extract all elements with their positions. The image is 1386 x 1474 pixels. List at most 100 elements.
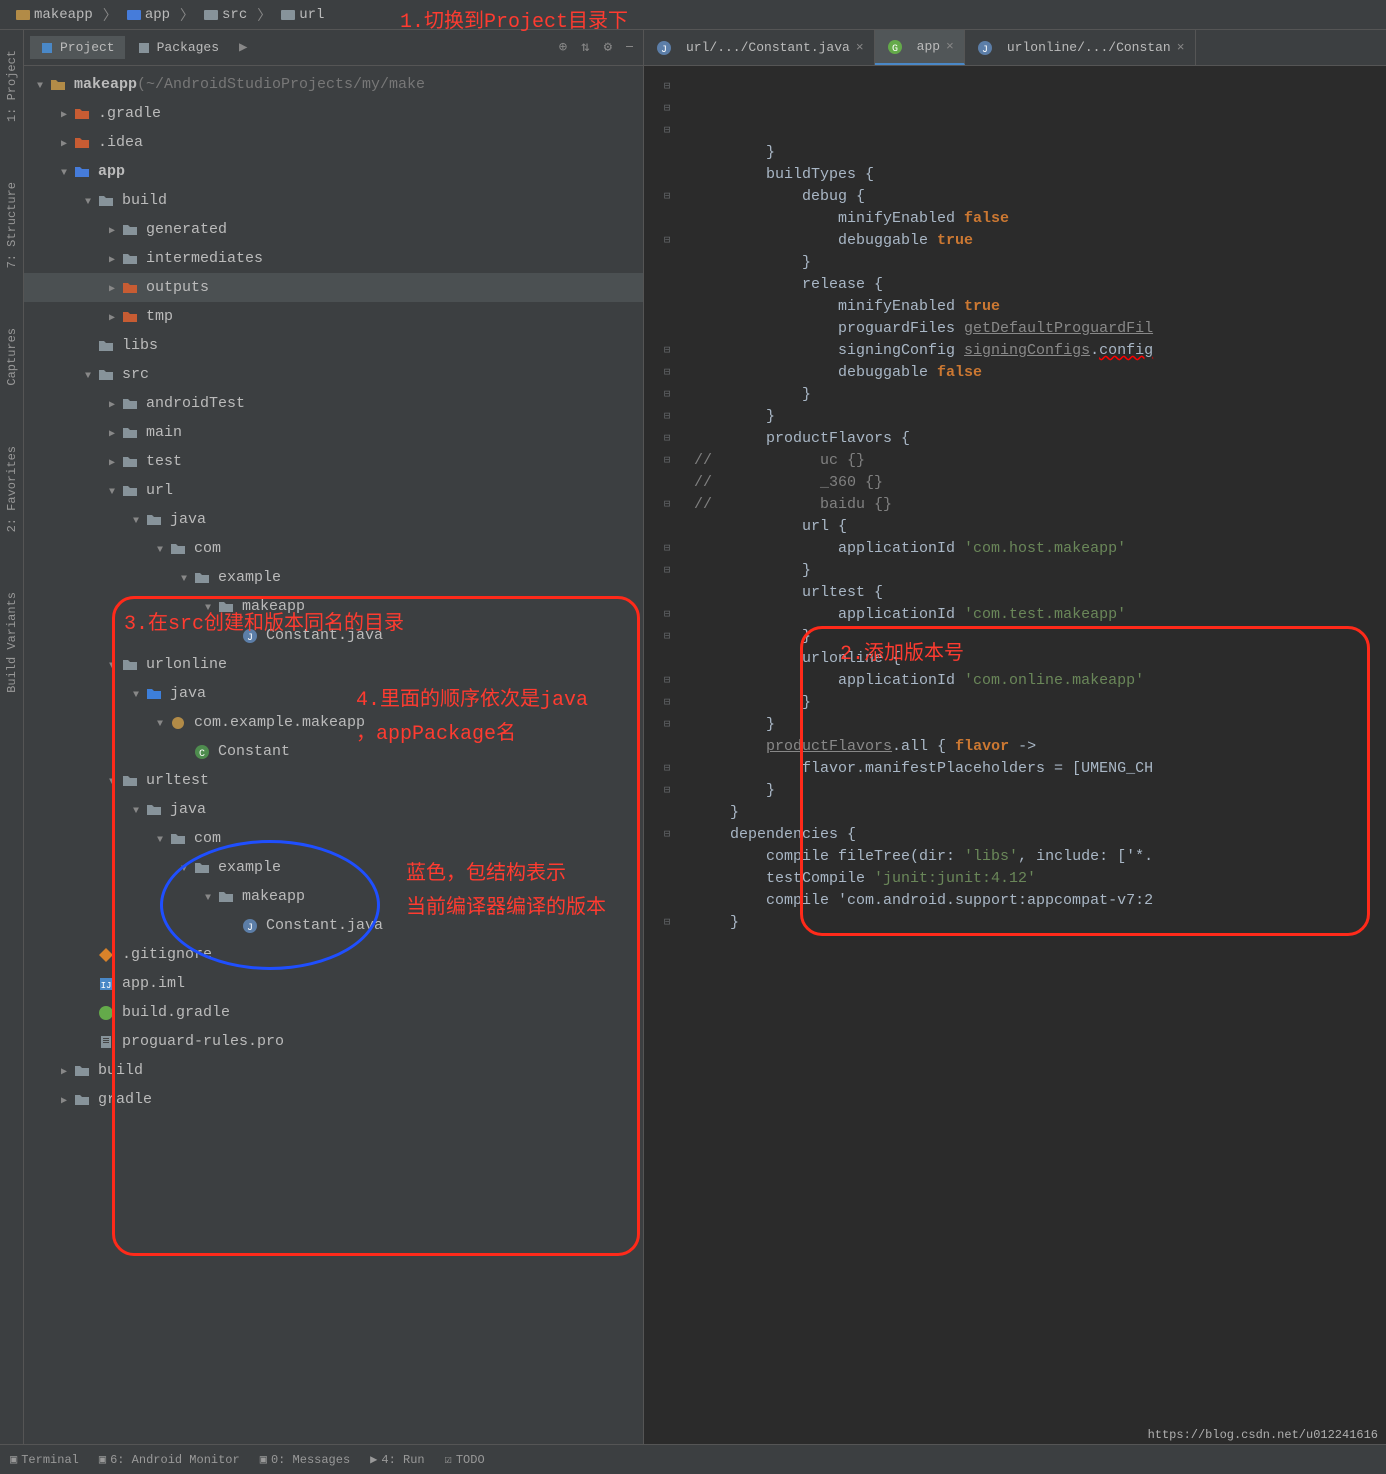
editor-tab[interactable]: Jurl/.../Constant.java× xyxy=(644,30,875,65)
breadcrumb-item[interactable]: src xyxy=(198,5,253,25)
tree-row[interactable]: example xyxy=(24,563,643,592)
collapse-icon[interactable]: ⊕ xyxy=(555,37,571,58)
code-line[interactable]: productFlavors { xyxy=(694,428,1386,450)
tree-row[interactable]: .gradle xyxy=(24,99,643,128)
editor-tab[interactable]: Jurlonline/.../Constan× xyxy=(965,30,1196,65)
bottom-android-monitor[interactable]: ▣ 6: Android Monitor xyxy=(99,1452,240,1467)
code-line[interactable]: // uc {} xyxy=(694,450,1386,472)
tree-row[interactable]: urltest xyxy=(24,766,643,795)
tab-project[interactable]: Project xyxy=(30,36,125,59)
code-line[interactable]: compile fileTree(dir: 'libs', include: [… xyxy=(694,846,1386,868)
code-line[interactable]: productFlavors.all { flavor -> xyxy=(694,736,1386,758)
tree-row[interactable]: outputs xyxy=(24,273,643,302)
code-line[interactable]: proguardFiles getDefaultProguardFil xyxy=(694,318,1386,340)
editor-tab[interactable]: Gapp× xyxy=(875,30,965,65)
code-line[interactable]: dependencies { xyxy=(694,824,1386,846)
tree-row[interactable]: generated xyxy=(24,215,643,244)
tree-row[interactable]: makeapp xyxy=(24,592,643,621)
code-line[interactable]: applicationId 'com.online.makeapp' xyxy=(694,670,1386,692)
tree-row[interactable]: app xyxy=(24,157,643,186)
code-line[interactable]: release { xyxy=(694,274,1386,296)
tree-arrow-icon[interactable] xyxy=(80,192,96,209)
code-line[interactable]: testCompile 'junit:junit:4.12' xyxy=(694,868,1386,890)
code-line[interactable]: } xyxy=(694,560,1386,582)
tree-row[interactable]: build xyxy=(24,186,643,215)
rail-favorites[interactable]: 2: Favorites xyxy=(5,446,19,532)
tree-row[interactable]: JConstant.java xyxy=(24,621,643,650)
tree-arrow-icon[interactable] xyxy=(56,105,72,122)
code-line[interactable]: } xyxy=(694,384,1386,406)
tree-arrow-icon[interactable] xyxy=(176,569,192,586)
tree-arrow-icon[interactable] xyxy=(104,395,120,412)
code-line[interactable]: debuggable false xyxy=(694,362,1386,384)
tree-row[interactable]: androidTest xyxy=(24,389,643,418)
code-line[interactable]: } xyxy=(694,714,1386,736)
close-icon[interactable]: × xyxy=(856,40,864,55)
close-icon[interactable]: × xyxy=(946,39,954,54)
gear-icon[interactable]: ⚙ xyxy=(600,37,616,58)
code-line[interactable]: } xyxy=(694,802,1386,824)
tree-arrow-icon[interactable] xyxy=(152,714,168,731)
code-line[interactable]: flavor.manifestPlaceholders = [UMENG_CH xyxy=(694,758,1386,780)
tree-row[interactable]: tmp xyxy=(24,302,643,331)
tree-row[interactable]: com xyxy=(24,824,643,853)
code-line[interactable]: } xyxy=(694,780,1386,802)
code-line[interactable]: urltest { xyxy=(694,582,1386,604)
tree-row[interactable]: main xyxy=(24,418,643,447)
tree-row[interactable]: JConstant.java xyxy=(24,911,643,940)
minimize-icon[interactable]: ⎯ xyxy=(622,37,637,58)
rail-build-variants[interactable]: Build Variants xyxy=(5,592,19,693)
breadcrumb-item[interactable]: makeapp xyxy=(10,5,99,25)
tree-row[interactable]: java xyxy=(24,505,643,534)
tree-row[interactable]: build xyxy=(24,1056,643,1085)
tree-arrow-icon[interactable] xyxy=(32,76,48,93)
bottom-run[interactable]: ▶ 4: Run xyxy=(370,1452,424,1467)
tree-arrow-icon[interactable] xyxy=(104,772,120,789)
tree-arrow-icon[interactable] xyxy=(56,134,72,151)
tree-row[interactable]: java xyxy=(24,679,643,708)
tree-row[interactable]: libs xyxy=(24,331,643,360)
chevron-right-icon[interactable]: ▶ xyxy=(231,35,255,60)
tree-arrow-icon[interactable] xyxy=(128,511,144,528)
rail-captures[interactable]: Captures xyxy=(5,328,19,386)
code-line[interactable]: urlonline { xyxy=(694,648,1386,670)
tree-arrow-icon[interactable] xyxy=(104,453,120,470)
tree-row[interactable]: com xyxy=(24,534,643,563)
code-line[interactable]: url { xyxy=(694,516,1386,538)
breadcrumb-item[interactable]: url xyxy=(275,5,330,25)
tree-arrow-icon[interactable] xyxy=(104,482,120,499)
tree-row[interactable]: example xyxy=(24,853,643,882)
code-line[interactable]: minifyEnabled false xyxy=(694,208,1386,230)
tree-arrow-icon[interactable] xyxy=(200,598,216,615)
code-line[interactable]: applicationId 'com.host.makeapp' xyxy=(694,538,1386,560)
code-line[interactable]: signingConfig signingConfigs.config xyxy=(694,340,1386,362)
code-line[interactable]: } xyxy=(694,142,1386,164)
tree-row[interactable]: makeapp (~/AndroidStudioProjects/my/make xyxy=(24,70,643,99)
project-tree[interactable]: makeapp (~/AndroidStudioProjects/my/make… xyxy=(24,66,643,1444)
tab-packages[interactable]: Packages xyxy=(127,36,229,59)
tree-row[interactable]: .idea xyxy=(24,128,643,157)
bottom-todo[interactable]: ☑ TODO xyxy=(445,1452,485,1467)
code-line[interactable]: minifyEnabled true xyxy=(694,296,1386,318)
code-line[interactable]: // _360 {} xyxy=(694,472,1386,494)
tree-arrow-icon[interactable] xyxy=(104,424,120,441)
tree-arrow-icon[interactable] xyxy=(56,163,72,180)
code-line[interactable]: compile 'com.android.support:appcompat-v… xyxy=(694,890,1386,912)
tree-row[interactable]: IJapp.iml xyxy=(24,969,643,998)
settings-icon[interactable]: ⇅ xyxy=(577,37,593,58)
tree-arrow-icon[interactable] xyxy=(104,250,120,267)
tree-arrow-icon[interactable] xyxy=(152,540,168,557)
tree-arrow-icon[interactable] xyxy=(56,1062,72,1079)
tree-row[interactable]: intermediates xyxy=(24,244,643,273)
tree-row[interactable]: test xyxy=(24,447,643,476)
tree-arrow-icon[interactable] xyxy=(128,801,144,818)
tree-row[interactable]: proguard-rules.pro xyxy=(24,1027,643,1056)
tree-row[interactable]: CConstant xyxy=(24,737,643,766)
tree-row[interactable]: urlonline xyxy=(24,650,643,679)
tree-arrow-icon[interactable] xyxy=(104,308,120,325)
code-line[interactable]: } xyxy=(694,912,1386,934)
code-line[interactable]: buildTypes { xyxy=(694,164,1386,186)
tree-arrow-icon[interactable] xyxy=(80,366,96,383)
rail-structure[interactable]: 7: Structure xyxy=(5,182,19,268)
tree-row[interactable]: makeapp xyxy=(24,882,643,911)
